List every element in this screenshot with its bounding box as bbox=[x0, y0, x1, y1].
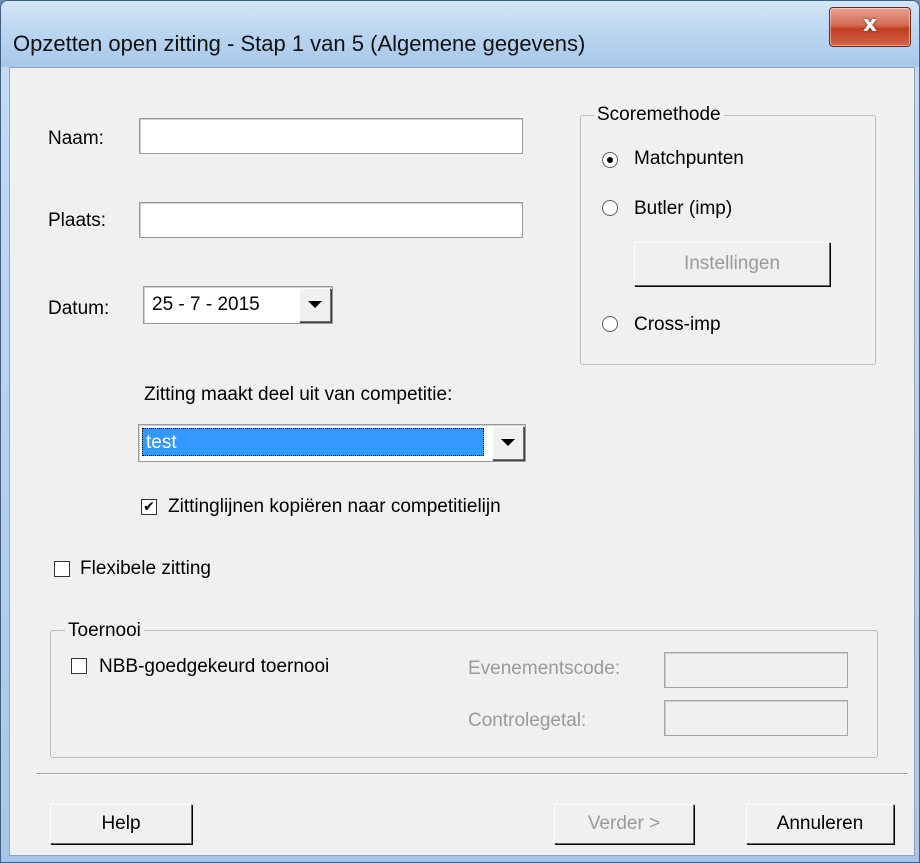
datum-dropdown-button[interactable] bbox=[299, 288, 331, 322]
window-title: Opzetten open zitting - Stap 1 van 5 (Al… bbox=[13, 31, 586, 56]
datum-label: Datum: bbox=[48, 298, 110, 319]
competitie-dropdown-button[interactable] bbox=[492, 426, 524, 460]
nbb-checkbox[interactable] bbox=[71, 658, 87, 674]
plaats-input[interactable] bbox=[139, 202, 523, 238]
naam-label-text: Naam: bbox=[48, 128, 104, 149]
footer-separator bbox=[36, 773, 908, 775]
verder-button[interactable]: Verder > bbox=[554, 804, 694, 844]
butler-label: Butler (imp) bbox=[634, 198, 733, 219]
controlegetal-label: Controlegetal: bbox=[468, 710, 587, 731]
flexibele-label: Flexibele zitting bbox=[80, 558, 211, 579]
title-bar: Opzetten open zitting - Stap 1 van 5 (Al… bbox=[1, 1, 919, 67]
checkmark-icon: ✔ bbox=[143, 499, 155, 515]
kopieren-label: Zittinglijnen kopiëren naar competitieli… bbox=[168, 496, 501, 517]
competitie-label: Zitting maakt deel uit van competitie: bbox=[144, 384, 453, 405]
scoremethode-title: Scoremethode bbox=[594, 104, 724, 126]
help-button[interactable]: Help bbox=[50, 804, 192, 844]
controlegetal-input[interactable] bbox=[664, 700, 848, 736]
dialog-body: Naam: Plaats: Datum: 25 - 7 - 2015 Zitti… bbox=[9, 67, 915, 856]
evenementscode-label: Evenementscode: bbox=[468, 658, 621, 679]
competitie-selection-highlight: test bbox=[142, 428, 484, 456]
competitie-value: test bbox=[146, 432, 177, 453]
close-icon: x bbox=[862, 12, 878, 37]
datum-picker[interactable]: 25 - 7 - 2015 bbox=[143, 286, 333, 324]
radio-cross-imp[interactable] bbox=[602, 316, 618, 332]
dialog-window: Opzetten open zitting - Stap 1 van 5 (Al… bbox=[0, 0, 920, 863]
instellingen-button[interactable]: Instellingen bbox=[634, 242, 830, 286]
matchpunten-label: Matchpunten bbox=[634, 148, 744, 169]
radio-butler[interactable] bbox=[602, 200, 618, 216]
nbb-label: NBB-goedgekeurd toernooi bbox=[99, 656, 330, 677]
naam-input[interactable] bbox=[139, 118, 523, 154]
cross-imp-label: Cross-imp bbox=[634, 314, 721, 335]
close-button[interactable]: x bbox=[829, 7, 911, 47]
datum-value: 25 - 7 - 2015 bbox=[152, 294, 260, 315]
kopieren-checkbox[interactable]: ✔ bbox=[141, 499, 157, 515]
flexibele-checkbox[interactable] bbox=[54, 561, 70, 577]
annuleren-button[interactable]: Annuleren bbox=[746, 804, 894, 844]
plaats-label: Plaats: bbox=[48, 210, 107, 231]
toernooi-group bbox=[50, 630, 878, 758]
radio-matchpunten[interactable] bbox=[602, 152, 618, 168]
competitie-select[interactable]: test bbox=[138, 424, 526, 462]
naam-label: Naam: bbox=[48, 128, 104, 150]
toernooi-title: Toernooi bbox=[65, 620, 144, 642]
evenementscode-input[interactable] bbox=[664, 652, 848, 688]
